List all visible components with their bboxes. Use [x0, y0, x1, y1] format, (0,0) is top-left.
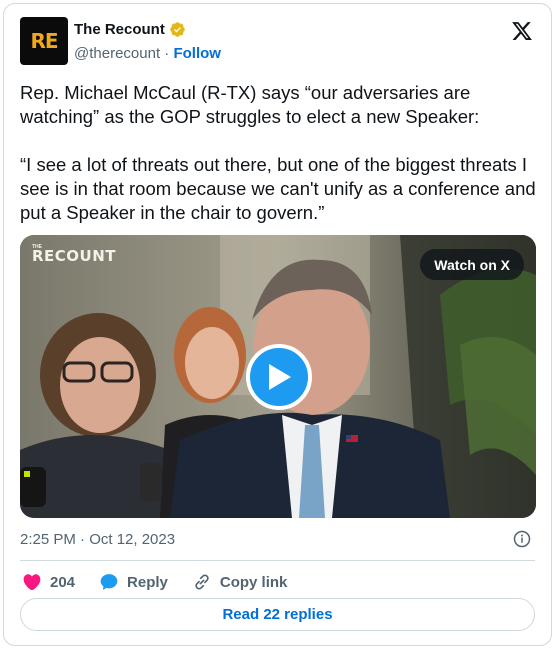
divider: [20, 560, 535, 561]
author-name-row: The Recount: [74, 21, 186, 38]
tweet-paragraph: Rep. Michael McCaul (R-TX) says “our adv…: [20, 82, 480, 127]
copy-link-button[interactable]: Copy link: [192, 572, 288, 592]
play-button[interactable]: [246, 344, 312, 410]
read-replies-button[interactable]: Read 22 replies: [20, 598, 535, 631]
watch-on-x-button[interactable]: Watch on X: [420, 249, 524, 280]
avatar-logo-text: RE: [30, 29, 58, 53]
tweet-text: Rep. Michael McCaul (R-TX) says “our adv…: [20, 81, 540, 225]
info-icon[interactable]: [513, 530, 531, 548]
handle-separator: ·: [164, 45, 170, 62]
heart-icon: [23, 574, 41, 591]
reply-button[interactable]: Reply: [99, 572, 168, 592]
avatar[interactable]: RE: [20, 17, 68, 65]
verified-badge-icon: [170, 22, 185, 37]
tweet-card: RE The Recount @therecount · Follow Rep.…: [3, 3, 552, 646]
play-icon: [269, 364, 291, 390]
video-player[interactable]: THE RECOUNT Watch on X: [20, 235, 536, 518]
x-logo-icon[interactable]: [511, 20, 533, 42]
author-handle[interactable]: @therecount: [74, 45, 160, 62]
speech-bubble-icon: [100, 574, 118, 590]
tweet-paragraph: “I see a lot of threats out there, but o…: [20, 154, 536, 223]
tweet-timestamp[interactable]: 2:25 PM · Oct 12, 2023: [20, 531, 175, 548]
follow-button[interactable]: Follow: [173, 45, 221, 62]
like-count: 204: [50, 573, 76, 591]
reply-label: Reply: [127, 573, 168, 591]
author-handle-row: @therecount · Follow: [74, 45, 221, 62]
recount-watermark: RECOUNT: [32, 247, 117, 265]
copy-link-label: Copy link: [219, 573, 288, 591]
action-bar: 204 Reply Copy link: [22, 571, 311, 593]
author-display-name[interactable]: The Recount: [74, 21, 165, 38]
like-button[interactable]: 204: [22, 572, 75, 592]
link-icon: [195, 574, 209, 590]
